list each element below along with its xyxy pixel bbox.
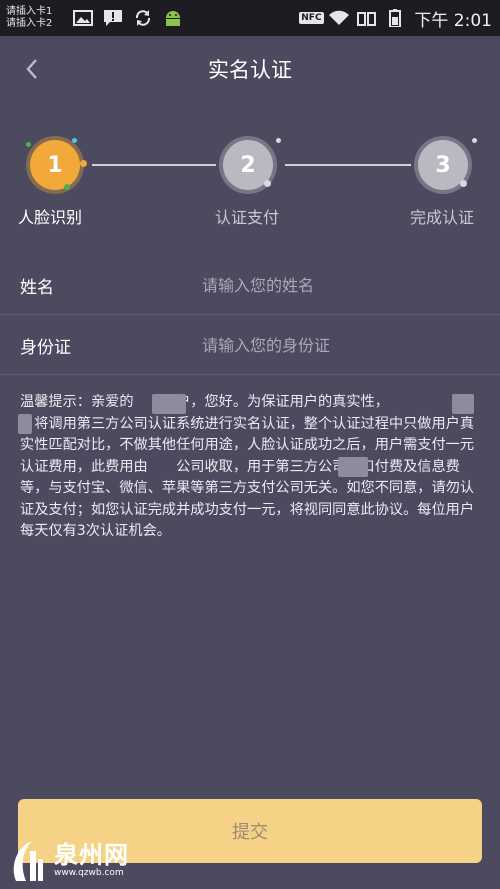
sparkle-dot bbox=[276, 138, 281, 143]
top-bar: 实名认证 bbox=[0, 36, 500, 102]
step-progress: 1 2 3 人脸识别 认证支付 完成认证 bbox=[0, 130, 500, 230]
wifi-icon bbox=[328, 9, 350, 27]
sim-status: 请插入卡1 请插入卡2 bbox=[6, 6, 64, 30]
sparkle-dot bbox=[460, 180, 467, 187]
watermark-url: www.qzwb.com bbox=[54, 868, 124, 878]
clock: 下午 2:01 bbox=[414, 10, 492, 31]
step-3-label: 完成认证 bbox=[410, 208, 475, 227]
sparkle-dot bbox=[72, 138, 77, 143]
image-icon bbox=[72, 9, 94, 27]
status-bar: 请插入卡1 请插入卡2 NFC 下午 2:01 bbox=[0, 0, 500, 36]
android-icon bbox=[162, 9, 184, 27]
sparkle-dot bbox=[64, 184, 70, 190]
building-logo-icon bbox=[13, 841, 43, 881]
step-1-number: 1 bbox=[47, 152, 63, 178]
name-row: 姓名 bbox=[0, 256, 500, 315]
back-button[interactable] bbox=[18, 54, 48, 84]
step-1-circle: 1 bbox=[30, 140, 80, 190]
sparkle-dot bbox=[472, 138, 477, 143]
chevron-left-icon bbox=[26, 59, 37, 79]
step-1-label: 人脸识别 bbox=[18, 208, 83, 227]
battery-icon bbox=[384, 9, 406, 27]
name-input[interactable] bbox=[202, 268, 472, 302]
step-2-number: 2 bbox=[240, 152, 256, 178]
watermark: 泉州网 www.qzwb.com bbox=[10, 836, 180, 884]
sparkle-dot bbox=[26, 142, 31, 147]
nfc-icon: NFC bbox=[299, 9, 324, 27]
id-row: 身份证 bbox=[0, 316, 500, 375]
step-2-label: 认证支付 bbox=[215, 208, 280, 227]
step-connector-2 bbox=[285, 164, 411, 166]
redaction-mask bbox=[338, 457, 368, 477]
redaction-mask bbox=[152, 394, 186, 414]
sim2-text: 请插入卡2 bbox=[6, 18, 53, 29]
step-3-number: 3 bbox=[435, 152, 451, 178]
id-card-input[interactable] bbox=[202, 328, 472, 362]
sim1-text: 请插入卡1 bbox=[6, 6, 53, 17]
redaction-mask bbox=[18, 414, 32, 434]
notice-text: 温馨提示：亲爱的 用户，您好。为保证用户的真实性， 将调用第三方公司认证系统进行… bbox=[20, 394, 475, 539]
sim-signal-icon bbox=[356, 9, 378, 27]
redaction-mask bbox=[452, 394, 474, 414]
id-label: 身份证 bbox=[20, 337, 71, 358]
nfc-text: NFC bbox=[299, 12, 324, 24]
sparkle-dot bbox=[264, 180, 271, 187]
watermark-name: 泉州网 bbox=[54, 841, 129, 869]
sync-icon bbox=[132, 9, 154, 27]
sparkle-dot bbox=[80, 160, 87, 167]
page-title: 实名认证 bbox=[208, 58, 292, 82]
step-connector-1 bbox=[92, 164, 216, 166]
name-label: 姓名 bbox=[20, 277, 54, 298]
message-alert-icon bbox=[102, 9, 124, 27]
